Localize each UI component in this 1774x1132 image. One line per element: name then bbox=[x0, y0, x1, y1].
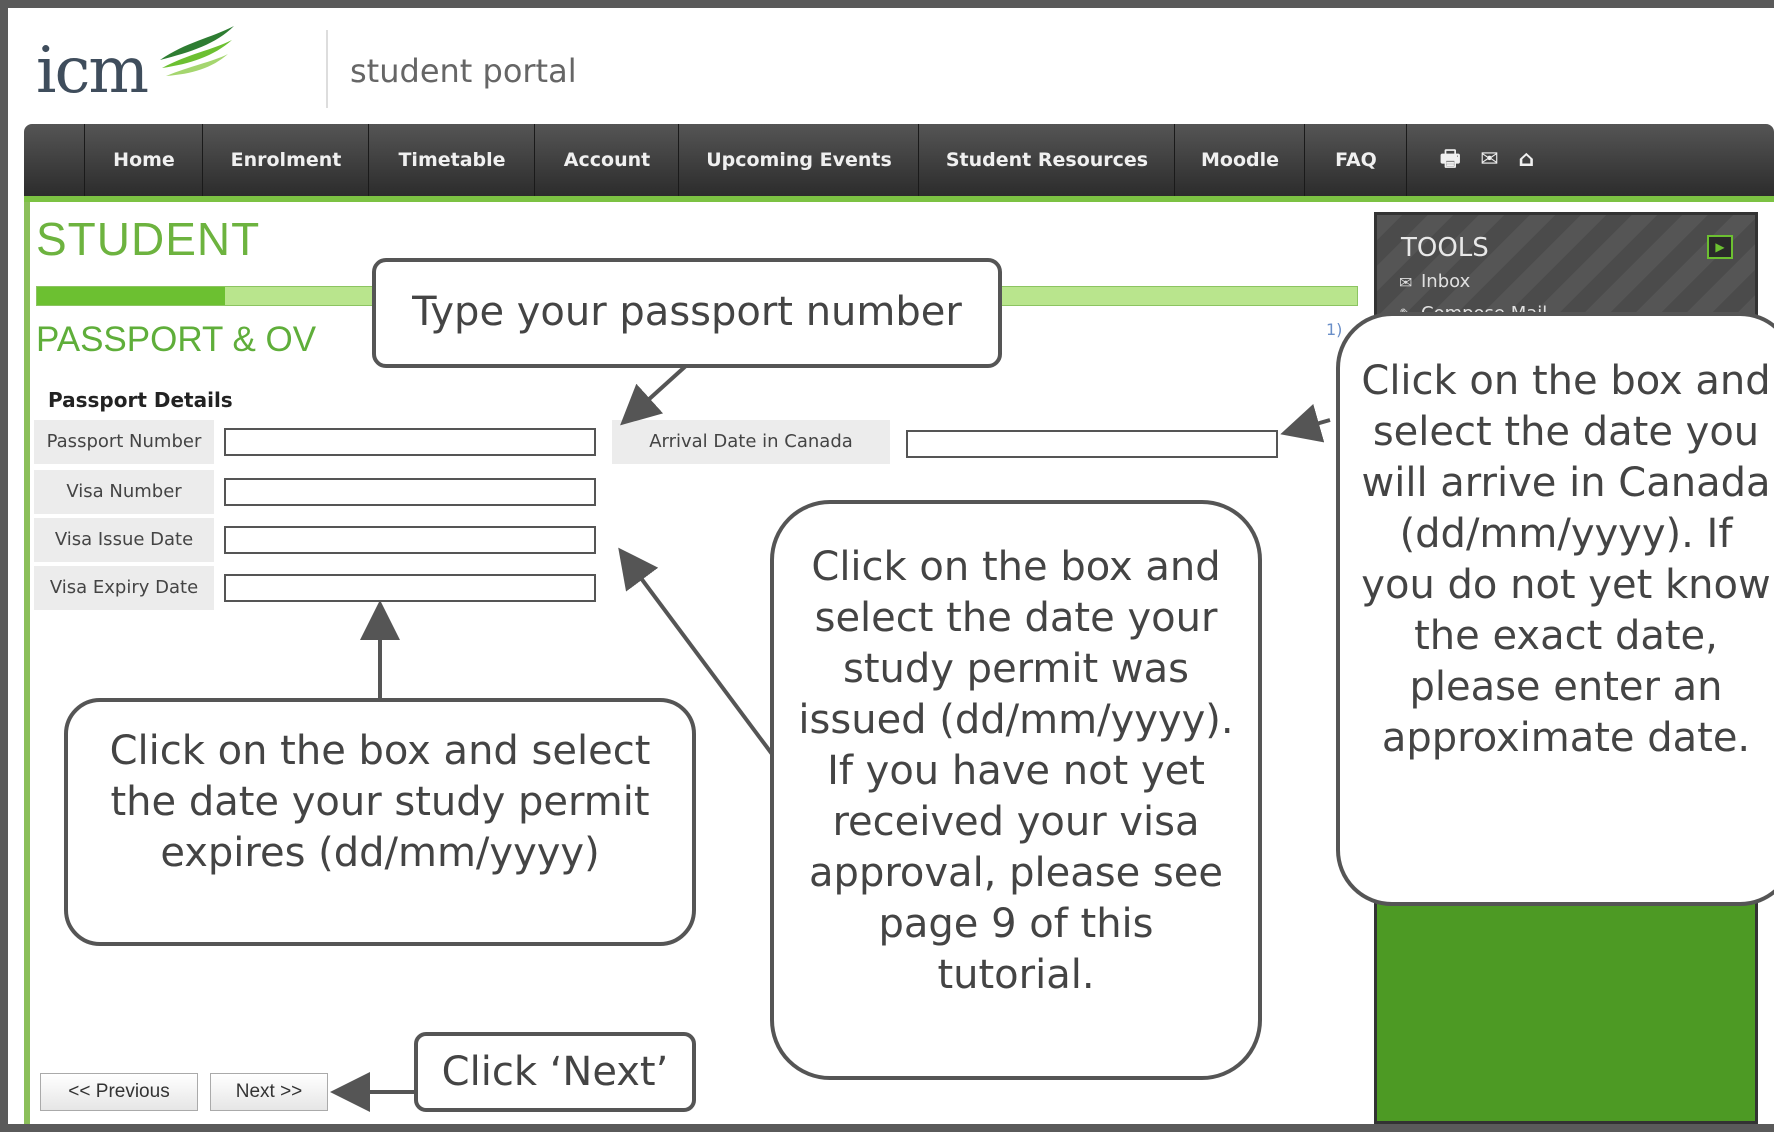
callout-visa-issue-date: Click on the box and select the date you… bbox=[770, 500, 1262, 1080]
callout-arrival-date: Click on the box and select the date you… bbox=[1336, 312, 1774, 906]
callout-visa-expiry-date: Click on the box and select the date you… bbox=[64, 698, 696, 946]
callout-next: Click ‘Next’ bbox=[414, 1032, 696, 1112]
callout-passport: Type your passport number bbox=[372, 258, 1002, 368]
app-window: icm student portal Home Enrolment Timeta… bbox=[8, 8, 1774, 1124]
